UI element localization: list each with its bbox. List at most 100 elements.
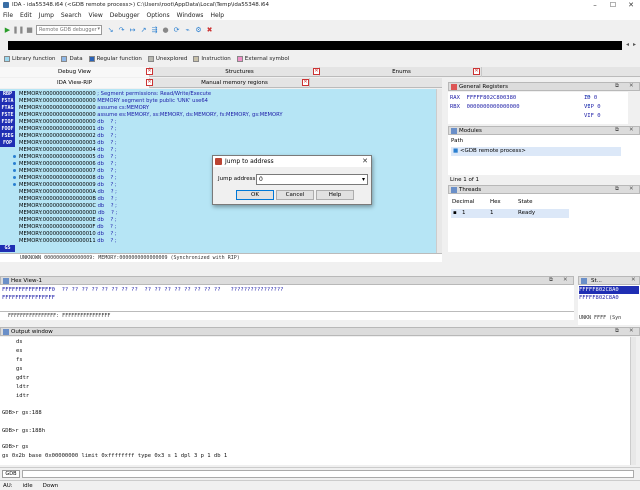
register-row[interactable]: RBX 0000000000000000 xyxy=(450,103,520,111)
hex-view-header[interactable]: Hex View-1 ⧉ ✕ xyxy=(0,276,574,285)
menu-view[interactable]: View xyxy=(89,12,103,19)
menu-help[interactable]: Help xyxy=(210,12,224,19)
code-line[interactable]: MEMORY:000000000000000C db ? ; xyxy=(19,203,117,210)
navigation-band[interactable] xyxy=(8,41,622,50)
threads-col-state[interactable]: State xyxy=(518,199,533,205)
close-icon[interactable]: ✕ xyxy=(563,277,568,283)
menu-file[interactable]: File xyxy=(3,12,13,19)
close-icon[interactable]: ✕ xyxy=(629,127,634,133)
threads-col-hex[interactable]: Hex xyxy=(490,199,501,205)
hex-line[interactable]: FFFFFFFFFFFFFFF0 ?? ?? ?? ?? ?? ?? ?? ??… xyxy=(2,286,283,294)
register-tag[interactable]: FSTA xyxy=(0,98,15,105)
menu-windows[interactable]: Windows xyxy=(177,12,204,19)
tab-ida-view-rip[interactable]: IDA View-RIP xyxy=(0,78,150,88)
code-line[interactable]: MEMORY:0000000000000011 db ? ; xyxy=(19,238,117,245)
stack-line[interactable]: FFFFF802C8A0 xyxy=(579,295,619,301)
register-tag[interactable]: FIOF xyxy=(0,119,15,126)
code-line[interactable]: MEMORY:000000000000000F db ? ; xyxy=(19,224,116,231)
minimize-button[interactable]: – xyxy=(586,0,604,10)
threads-col-decimal[interactable]: Decimal xyxy=(452,199,474,205)
close-icon[interactable]: ✕ xyxy=(362,157,368,165)
step-out-icon[interactable]: ↗ xyxy=(139,26,148,35)
cli-language-button[interactable]: GDB xyxy=(2,470,20,478)
code-line[interactable]: MEMORY:0000000000000000 assume cs:MEMORY xyxy=(19,105,149,112)
restore-icon[interactable]: ⧉ xyxy=(615,127,619,134)
code-line[interactable]: MEMORY:0000000000000010 db ? ; xyxy=(19,231,117,238)
run-to-cursor-icon[interactable]: ↦ xyxy=(128,26,137,35)
menu-search[interactable]: Search xyxy=(61,12,82,19)
modules-panel[interactable]: Path ■ <GDB remote process> xyxy=(448,135,640,175)
hex-view-panel[interactable]: FFFFFFFFFFFFFFF0 ?? ?? ?? ?? ?? ?? ?? ??… xyxy=(0,285,574,311)
register-tag[interactable]: FSEG xyxy=(0,133,15,140)
modules-header[interactable]: Modules ⧉ ✕ xyxy=(448,126,640,135)
register-row[interactable]: RAX FFFFF802C800380 xyxy=(450,94,516,102)
restore-icon[interactable]: ⧉ xyxy=(615,186,619,193)
arrow-right-icon[interactable]: ▸ xyxy=(633,41,636,48)
menu-jump[interactable]: Jump xyxy=(39,12,54,19)
code-line[interactable]: MEMORY:000000000000000A db ? ; xyxy=(19,189,117,196)
registers-panel[interactable]: RAX FFFFF802C800380 RBX 0000000000000000… xyxy=(448,92,628,124)
stack-view-panel[interactable]: FFFFF802C8A0 FFFFF802C8A0 UNKN FFFF (Syn xyxy=(578,285,640,325)
code-line[interactable]: MEMORY:0000000000000003 db ? ; xyxy=(19,140,117,147)
close-icon[interactable]: ✕ xyxy=(473,68,480,75)
register-tag[interactable]: FTAG xyxy=(0,105,15,112)
restore-icon[interactable]: ⧉ xyxy=(615,328,619,335)
settings-icon[interactable]: ⚙ xyxy=(194,26,203,35)
register-tag[interactable]: FSTE xyxy=(0,112,15,119)
close-icon[interactable]: ✕ xyxy=(146,79,153,86)
breakpoint-icon[interactable]: ● xyxy=(161,26,170,35)
code-line[interactable]: MEMORY:000000000000000B db ? ; xyxy=(19,196,117,203)
command-input[interactable] xyxy=(22,470,634,478)
chevron-down-icon[interactable]: ▾ xyxy=(362,175,365,184)
register-tag[interactable]: RBP xyxy=(0,91,15,98)
threads-header[interactable]: Threads ⧉ ✕ xyxy=(448,185,640,194)
code-line[interactable]: MEMORY:0000000000000004 db ? ; xyxy=(19,147,117,154)
restore-icon[interactable]: ⧉ xyxy=(615,83,619,90)
close-icon[interactable]: ✕ xyxy=(631,277,636,283)
threads-panel[interactable]: Decimal Hex State ▪ 1 1 Ready xyxy=(448,194,640,252)
breakpoint-dot-icon[interactable] xyxy=(13,155,16,158)
breakpoint-dot-icon[interactable] xyxy=(13,176,16,179)
breakpoint-dot-icon[interactable] xyxy=(13,162,16,165)
cancel-button[interactable]: Cancel xyxy=(276,190,314,200)
stop-icon[interactable]: ■ xyxy=(25,26,34,35)
thread-row[interactable] xyxy=(451,209,569,218)
pause-icon[interactable]: ❚❚ xyxy=(13,26,25,35)
step-over-icon[interactable]: ↷ xyxy=(117,26,126,35)
attach-icon[interactable]: ⌁ xyxy=(183,26,192,35)
step-into-icon[interactable]: ↘ xyxy=(106,26,115,35)
output-window-panel[interactable]: ds es fs gs gdtr ldtr idtr GDB>r gs:188 … xyxy=(0,337,630,465)
tab-enums[interactable]: Enums xyxy=(322,67,482,77)
tab-structures[interactable]: Structures xyxy=(160,67,320,77)
menu-options[interactable]: Options xyxy=(146,12,169,19)
hex-line[interactable]: FFFFFFFFFFFFFFFF xyxy=(2,294,55,302)
close-icon[interactable]: ✕ xyxy=(629,83,634,89)
close-icon[interactable]: ✕ xyxy=(629,186,634,192)
breakpoint-dot-icon[interactable] xyxy=(13,169,16,172)
refresh-icon[interactable]: ⟳ xyxy=(172,26,181,35)
close-button[interactable]: ✕ xyxy=(622,0,640,10)
trace-icon[interactable]: ⇶ xyxy=(150,26,159,35)
code-line[interactable]: MEMORY:0000000000000008 db ? ; xyxy=(19,175,117,182)
code-line[interactable]: MEMORY:0000000000000005 db ? ; xyxy=(19,154,117,161)
code-scrollbar[interactable] xyxy=(436,89,442,253)
close-icon[interactable]: ✕ xyxy=(302,79,309,86)
code-line[interactable]: MEMORY:0000000000000002 db ? ; xyxy=(19,133,117,140)
code-line[interactable]: MEMORY:000000000000000D db ? ; xyxy=(19,210,117,217)
close-icon[interactable]: ✕ xyxy=(146,68,153,75)
close-icon[interactable]: ✕ xyxy=(629,328,634,334)
play-icon[interactable]: ▶ xyxy=(3,26,12,35)
code-line[interactable]: MEMORY:0000000000000009 db ? ; xyxy=(19,182,117,189)
arrow-left-icon[interactable]: ◂ xyxy=(626,41,629,48)
register-tag[interactable]: FOOF xyxy=(0,126,15,133)
code-line[interactable]: MEMORY:0000000000000000 ; Segment permis… xyxy=(19,91,211,98)
register-tag[interactable]: FOP xyxy=(0,140,15,147)
modules-col-path[interactable]: Path xyxy=(451,138,463,144)
code-line[interactable]: MEMORY:0000000000000000 MEMORY segment b… xyxy=(19,98,208,105)
restore-icon[interactable]: ⧉ xyxy=(549,277,553,284)
menu-edit[interactable]: Edit xyxy=(20,12,32,19)
stack-view-header[interactable]: St... ✕ xyxy=(578,276,640,285)
breakpoint-dot-icon[interactable] xyxy=(13,183,16,186)
register-tag-gs[interactable]: GS xyxy=(0,245,15,252)
tab-manual-memory-regions[interactable]: Manual memory regions xyxy=(160,78,310,88)
